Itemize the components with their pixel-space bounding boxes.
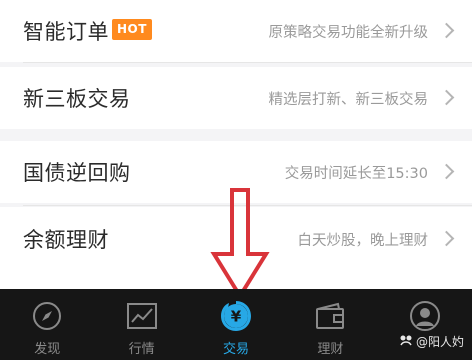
menu-item-desc: 白天炒股，晚上理财 [297,232,429,249]
chevron-right-icon [438,230,455,247]
menu-item-desc: 交易时间延长至15:30 [284,165,428,182]
chevron-right-icon [438,163,455,180]
tab-label: 行情 [128,342,155,357]
tab-discover[interactable]: 发现 [0,289,94,360]
yen-icon: ¥ [219,299,253,333]
tab-label: 交易 [223,342,250,357]
compass-icon [30,299,64,333]
wallet-icon [313,299,347,333]
menu-item-desc: 精选层打新、新三板交易 [268,91,429,108]
watermark-text: @阳人妁 [415,335,464,349]
tab-label: 理财 [317,342,344,357]
menu-item-neeq-trading[interactable]: 新三板交易 精选层打新、新三板交易 [0,67,472,129]
chevron-right-icon [438,89,455,106]
chevron-right-icon [438,22,455,39]
menu-item-desc: 原策略交易功能全新升级 [268,24,429,41]
menu-item-smart-order[interactable]: 智能订单 HOT 原策略交易功能全新升级 [0,0,472,62]
tab-label: 发现 [34,342,61,357]
menu-item-title: 国债逆回购 [23,161,131,185]
watermark-logo-icon [399,333,413,350]
section-gap [0,129,472,141]
tab-trade[interactable]: ¥ 交易 [189,289,283,360]
svg-text:¥: ¥ [231,308,242,326]
menu-item-title: 智能订单 [23,20,109,44]
tab-market[interactable]: 行情 [94,289,188,360]
menu-item-title: 新三板交易 [23,87,131,111]
red-down-arrow-annotation [210,188,270,300]
divider [23,62,472,63]
tab-wealth[interactable]: 理财 [283,289,377,360]
chart-trend-icon [125,299,159,333]
profile-icon [408,299,442,333]
menu-item-title: 余额理财 [23,228,109,252]
watermark: @阳人妁 [399,333,464,350]
hot-badge: HOT [112,19,152,40]
